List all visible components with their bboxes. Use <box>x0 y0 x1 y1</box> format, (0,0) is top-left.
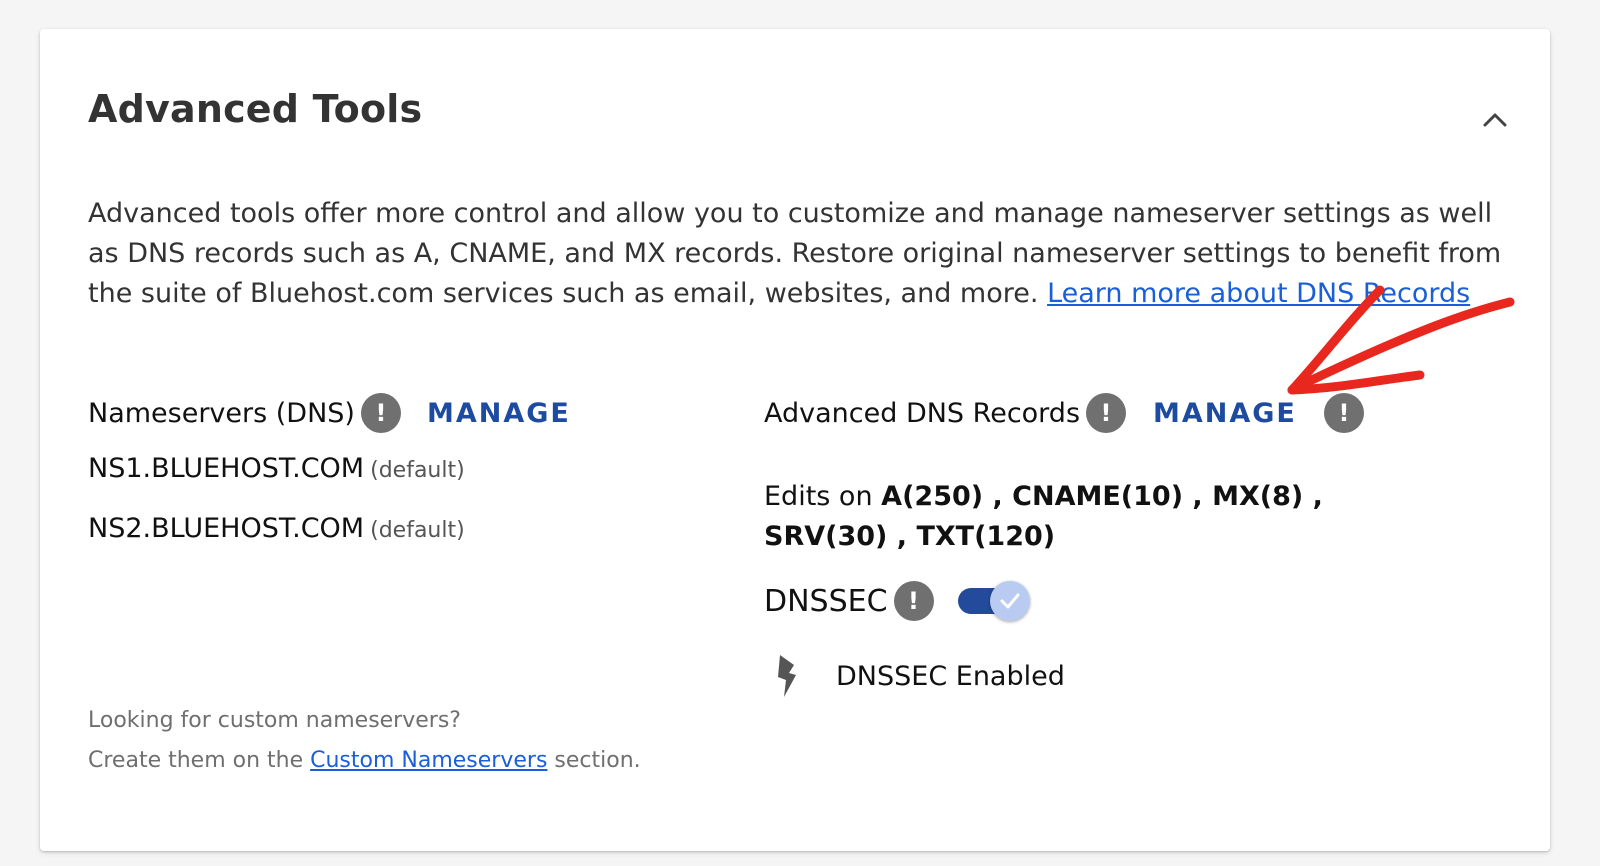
custom-nameservers-link[interactable]: Custom Nameservers <box>310 748 547 773</box>
learn-more-link[interactable]: Learn more about DNS Records <box>1047 278 1470 309</box>
nameservers-header: Nameservers (DNS) ! <box>88 393 401 433</box>
dns-records-header: Advanced DNS Records ! <box>764 393 1127 433</box>
dnssec-status: DNSSEC Enabled <box>772 655 1065 697</box>
panel-title: Advanced Tools <box>88 87 423 131</box>
info-icon[interactable]: ! <box>893 581 934 621</box>
chevron-up-icon[interactable] <box>1480 105 1510 135</box>
dnssec-label: DNSSEC <box>764 583 888 619</box>
footer-line-2-prefix: Create them on the <box>88 748 304 773</box>
dnssec-row: DNSSEC ! <box>764 581 1030 621</box>
info-icon[interactable]: ! <box>1086 393 1127 433</box>
check-icon <box>989 581 1030 621</box>
dnssec-status-text: DNSSEC Enabled <box>836 660 1065 692</box>
nameservers-label: Nameservers (DNS) <box>88 397 355 429</box>
footer-line-1: Looking for custom nameservers? <box>88 708 461 733</box>
edits-prefix: Edits on <box>764 481 873 512</box>
nameserver-default-tag: (default) <box>370 518 465 543</box>
nameserver-row: NS2.BLUEHOST.COM (default) <box>88 513 465 544</box>
dnssec-toggle[interactable] <box>957 581 1030 621</box>
advanced-tools-card: Advanced Tools Advanced tools offer more… <box>40 29 1550 851</box>
dns-records-label: Advanced DNS Records <box>764 397 1081 429</box>
footer-line-2-suffix: section. <box>554 748 641 773</box>
nameserver-row: NS1.BLUEHOST.COM (default) <box>88 453 465 484</box>
dns-edits-summary: Edits on A(250) , CNAME(10) , MX(8) , SR… <box>764 477 1444 557</box>
nameserver-host: NS2.BLUEHOST.COM <box>88 513 365 544</box>
bolt-icon <box>778 655 796 697</box>
nameserver-host: NS1.BLUEHOST.COM <box>88 453 365 484</box>
dns-records-manage-button[interactable]: MANAGE <box>1153 398 1297 429</box>
info-icon[interactable]: ! <box>360 393 401 433</box>
custom-nameservers-note: Looking for custom nameservers? Create t… <box>88 701 641 781</box>
info-icon[interactable]: ! <box>1324 393 1364 433</box>
nameserver-default-tag: (default) <box>370 458 465 483</box>
nameservers-manage-button[interactable]: MANAGE <box>427 398 571 429</box>
panel-description: Advanced tools offer more control and al… <box>88 194 1508 314</box>
